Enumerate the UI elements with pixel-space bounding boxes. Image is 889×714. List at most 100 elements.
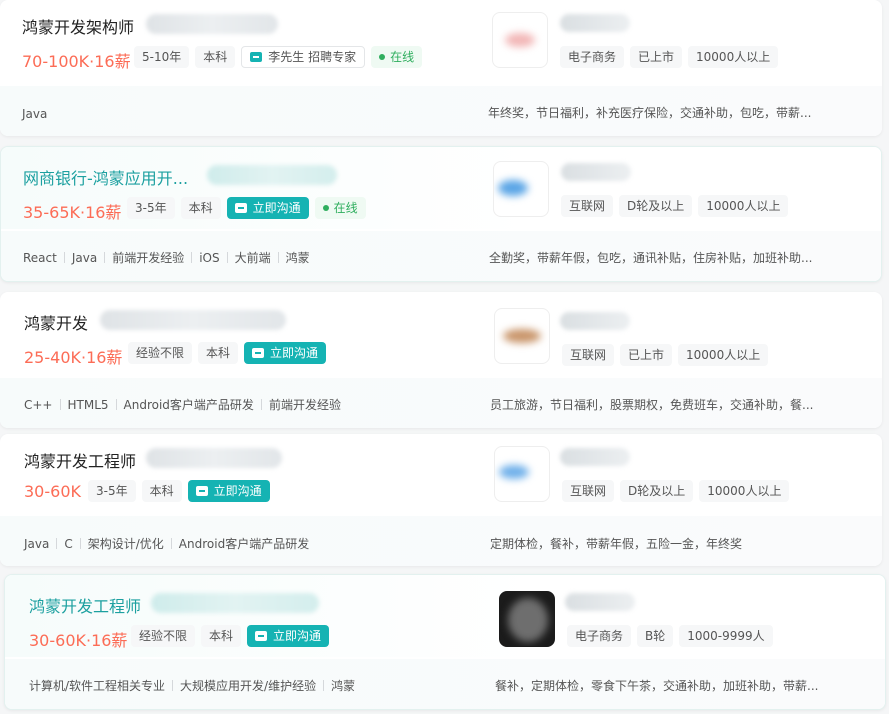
skill-tag: 计算机/软件工程相关专业 xyxy=(29,679,166,693)
skill-tag: Java xyxy=(22,107,48,121)
job-tags: 3-5年 本科 立即沟通 xyxy=(88,480,270,502)
chat-bubble-icon xyxy=(234,203,247,213)
company-tags: 电子商务 已上市 10000人以上 xyxy=(560,46,779,68)
divider xyxy=(191,252,193,263)
welfare-text: 年终奖，节日福利，补充医疗保险，交通补助，包吃，带薪... xyxy=(488,106,812,120)
company-logo[interactable] xyxy=(492,12,548,68)
company-logo[interactable] xyxy=(494,446,550,502)
divider xyxy=(323,680,325,691)
job-card-header xyxy=(0,0,882,82)
job-title[interactable]: 鸿蒙开发架构师 xyxy=(22,14,134,38)
job-card[interactable]: 网商银行-鸿蒙应用开... 35-65K·16薪 3-5年 本科 立即沟通 在线… xyxy=(0,146,882,282)
skill-tag: Android客户端产品研发 xyxy=(178,537,310,551)
job-location-redacted xyxy=(100,310,286,330)
welfare-text: 定期体检，餐补，带薪年假，五险一金，年终奖 xyxy=(490,537,743,551)
salary: 35-65K·16薪 xyxy=(23,203,122,222)
company-name-redacted[interactable] xyxy=(560,312,630,330)
salary: 70-100K·16薪 xyxy=(22,52,131,71)
welfare-text: 餐补，定期体检，零食下午茶，交通补助，加班补助，带薪... xyxy=(495,679,819,693)
job-title[interactable]: 网商银行-鸿蒙应用开... xyxy=(23,165,188,189)
job-title[interactable]: 鸿蒙开发工程师 xyxy=(24,448,136,472)
chat-now-button[interactable]: 立即沟通 xyxy=(226,197,309,219)
job-list: 鸿蒙开发架构师 70-100K·16薪 5-10年 本科 李先生 招聘专家 在线… xyxy=(0,0,889,714)
company-logo[interactable] xyxy=(493,161,549,217)
salary: 30-60K·16薪 xyxy=(29,631,128,650)
job-location-redacted xyxy=(151,593,319,613)
welfare-text: 全勤奖，带薪年假，包吃，通讯补贴，住房补贴，加班补助... xyxy=(489,251,813,265)
skill-tag: HTML5 xyxy=(67,397,109,412)
experience-tag: 经验不限 xyxy=(131,625,196,647)
job-location-redacted xyxy=(146,14,278,34)
company-tags: 互联网 D轮及以上 10000人以上 xyxy=(561,195,789,217)
chat-now-button[interactable]: 立即沟通 xyxy=(187,480,270,502)
company-tags: 互联网 已上市 10000人以上 xyxy=(562,344,769,366)
job-card-header xyxy=(0,434,882,516)
job-location-redacted xyxy=(146,448,282,468)
divider xyxy=(172,680,174,691)
divider xyxy=(104,252,106,263)
degree-tag: 本科 xyxy=(201,625,242,647)
chat-now-button[interactable]: 立即沟通 xyxy=(247,625,330,647)
chat-now-label: 立即沟通 xyxy=(270,346,319,360)
job-title[interactable]: 鸿蒙开发工程师 xyxy=(29,593,141,617)
online-status: 在线 xyxy=(371,46,423,68)
divider xyxy=(63,252,65,263)
chat-bubble-icon xyxy=(252,348,265,358)
company-logo[interactable] xyxy=(499,591,555,647)
divider xyxy=(115,399,117,410)
salary: 25-40K·16薪 xyxy=(24,348,123,367)
online-label: 在线 xyxy=(333,201,358,215)
experience-tag: 3-5年 xyxy=(88,480,136,502)
company-name-redacted[interactable] xyxy=(561,163,631,181)
divider xyxy=(170,538,172,549)
job-card[interactable]: 鸿蒙开发工程师 30-60K·16薪 经验不限 本科 立即沟通 电子商务 B轮 … xyxy=(4,574,886,710)
skill-tags: React Java 前端开发经验 iOS 大前端 鸿蒙 xyxy=(23,249,310,266)
company-name-redacted[interactable] xyxy=(565,593,635,611)
job-tags: 5-10年 本科 李先生 招聘专家 在线 xyxy=(134,46,423,68)
skill-tag: 大前端 xyxy=(234,251,271,265)
welfare-text: 员工旅游，节日福利，股票期权，免费班车，交通补助，餐... xyxy=(490,398,814,412)
online-dot-icon xyxy=(379,54,386,60)
job-tags: 经验不限 本科 立即沟通 xyxy=(128,342,327,364)
salary: 30-60K xyxy=(24,482,81,501)
company-size-tag: 1000-9999人 xyxy=(679,625,773,647)
online-status: 在线 xyxy=(314,197,366,219)
company-name-redacted[interactable] xyxy=(560,14,630,32)
company-tags: 互联网 D轮及以上 10000人以上 xyxy=(562,480,790,502)
company-size-tag: 10000人以上 xyxy=(678,344,769,366)
company-industry-tag: 电子商务 xyxy=(567,625,632,647)
job-card[interactable]: 鸿蒙开发架构师 70-100K·16薪 5-10年 本科 李先生 招聘专家 在线… xyxy=(0,0,882,136)
company-stage-tag: D轮及以上 xyxy=(620,480,694,502)
skill-tags: Java C 架构设计/优化 Android客户端产品研发 xyxy=(24,535,309,552)
divider xyxy=(56,538,58,549)
job-card[interactable]: 鸿蒙开发工程师 30-60K 3-5年 本科 立即沟通 互联网 D轮及以上 10… xyxy=(0,434,882,566)
job-tags: 经验不限 本科 立即沟通 xyxy=(131,625,330,647)
skill-tag: C xyxy=(64,536,73,551)
company-stage-tag: B轮 xyxy=(637,625,674,647)
job-card[interactable]: 鸿蒙开发 25-40K·16薪 经验不限 本科 立即沟通 互联网 已上市 100… xyxy=(0,292,882,428)
company-stage-tag: 已上市 xyxy=(630,46,683,68)
skill-tag: 架构设计/优化 xyxy=(87,537,164,551)
company-logo[interactable] xyxy=(494,308,550,364)
chat-bubble-icon xyxy=(250,52,263,62)
divider xyxy=(260,399,262,410)
chat-now-button[interactable]: 立即沟通 xyxy=(244,342,327,364)
experience-tag: 3-5年 xyxy=(127,197,175,219)
experience-tag: 5-10年 xyxy=(134,46,190,68)
skill-tag: Java xyxy=(24,536,50,551)
online-label: 在线 xyxy=(390,50,415,64)
company-size-tag: 10000人以上 xyxy=(698,195,789,217)
skill-tag: 鸿蒙 xyxy=(331,679,356,693)
recruiter-chip[interactable]: 李先生 招聘专家 xyxy=(241,46,366,68)
divider xyxy=(59,399,61,410)
job-title[interactable]: 鸿蒙开发 xyxy=(24,310,88,334)
skill-tags: Java xyxy=(22,107,47,121)
company-tags: 电子商务 B轮 1000-9999人 xyxy=(567,625,773,647)
chat-bubble-icon xyxy=(255,631,268,641)
skill-tag: 鸿蒙 xyxy=(285,251,310,265)
company-name-redacted[interactable] xyxy=(560,448,630,466)
company-industry-tag: 互联网 xyxy=(561,195,614,217)
chat-now-label: 立即沟通 xyxy=(252,201,301,215)
online-dot-icon xyxy=(322,205,329,211)
degree-tag: 本科 xyxy=(195,46,236,68)
